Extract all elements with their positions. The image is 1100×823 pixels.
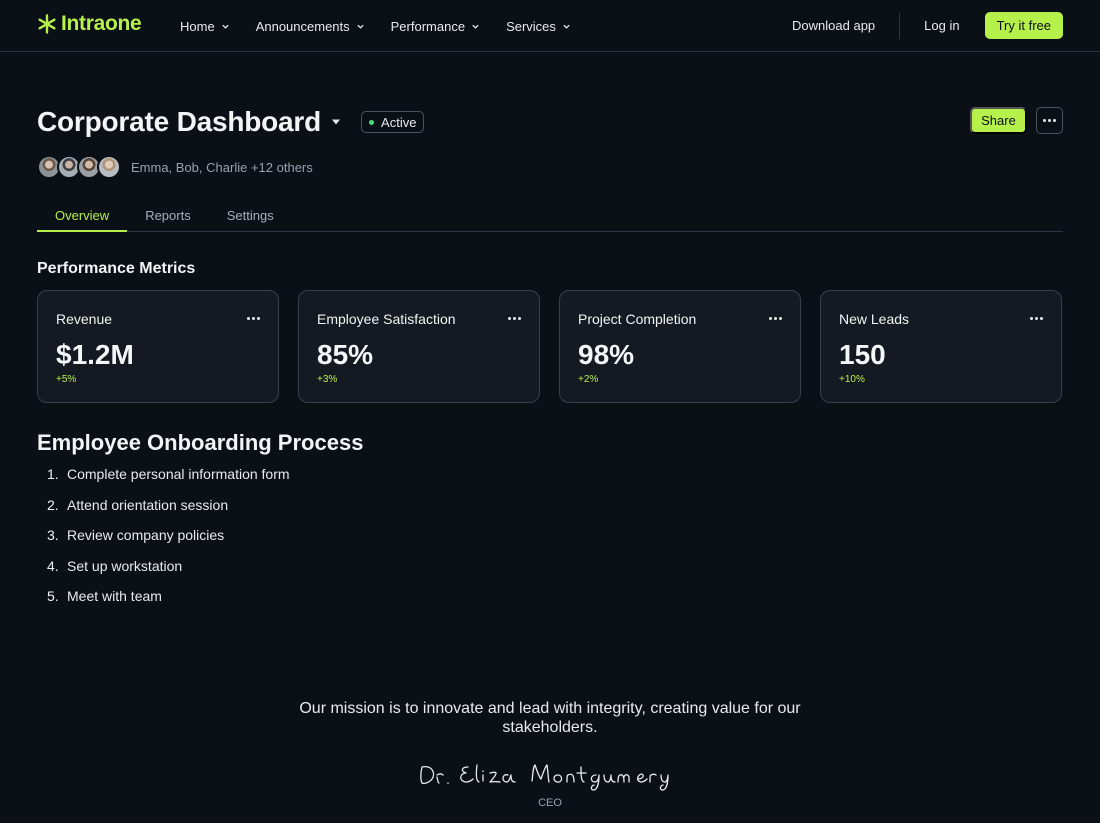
metrics-title: Performance Metrics — [37, 260, 196, 277]
metric-card-project-completion: Project Completion 98% +2% — [559, 290, 801, 403]
tab-reports[interactable]: Reports — [127, 200, 209, 232]
members-row: Emma, Bob, Charlie +12 others — [37, 155, 313, 179]
chevron-down-icon — [222, 24, 229, 29]
more-horizontal-icon[interactable] — [769, 317, 782, 320]
caret-down-icon[interactable] — [331, 119, 341, 125]
ceo-signature — [420, 764, 669, 791]
nav-announcements[interactable]: Announcements — [256, 19, 365, 34]
avatar-group[interactable] — [37, 155, 121, 179]
more-options-button[interactable] — [1036, 107, 1063, 134]
mission-statement: Our mission is to innovate and lead with… — [299, 700, 801, 736]
step-text: Complete personal information form — [67, 466, 290, 482]
step-text: Attend orientation session — [67, 496, 229, 513]
more-horizontal-icon — [1043, 119, 1056, 122]
step-text: Review company policies — [67, 527, 225, 543]
avatar — [97, 155, 121, 179]
chevron-down-icon — [356, 24, 364, 29]
nav-home[interactable]: Home — [180, 19, 230, 34]
nav-services-label: Services — [506, 18, 556, 34]
status-dot-icon — [369, 119, 375, 125]
asterisk-icon — [38, 14, 56, 34]
metric-value: 150 — [839, 339, 886, 370]
members-names: Emma, Bob, Charlie +12 others — [131, 160, 313, 175]
nav-services[interactable]: Services — [506, 19, 571, 34]
step-number: 3. — [47, 527, 59, 543]
metrics-cards: Revenue $1.2M +5% Employee Satisfaction … — [37, 290, 1062, 403]
step-number: 4. — [47, 557, 59, 574]
metric-card-revenue: Revenue $1.2M +5% — [37, 290, 279, 403]
list-item: 5. Meet with team — [47, 588, 290, 619]
more-horizontal-icon[interactable] — [247, 317, 260, 320]
nav-divider — [899, 12, 901, 39]
step-number: 5. — [47, 588, 59, 604]
nav-actions: Download app Log in Try it free — [792, 12, 1063, 39]
list-item: 2. Attend orientation session — [47, 497, 290, 528]
nav-links: Home Announcements Performance Services — [180, 0, 597, 52]
nav-home-label: Home — [180, 18, 215, 34]
status-badge: Active — [361, 111, 425, 133]
brand-name: Intraone — [61, 12, 142, 35]
members-list: Emma, Bob, Charlie — [131, 159, 248, 175]
chevron-down-icon — [563, 24, 570, 29]
nav-performance-label: Performance — [390, 18, 466, 34]
metric-value: $1.2M — [56, 339, 134, 370]
nav-performance[interactable]: Performance — [391, 19, 480, 34]
metric-delta: +10% — [839, 374, 865, 385]
metric-value: 85% — [317, 339, 374, 370]
tab-settings[interactable]: Settings — [209, 200, 292, 232]
onboarding-steps: 1. Complete personal information form 2.… — [47, 466, 290, 619]
members-more[interactable]: +12 others — [251, 160, 313, 175]
nav-announcements-label: Announcements — [255, 18, 350, 34]
metric-delta: +2% — [578, 374, 599, 385]
page-title: Corporate Dashboard — [37, 106, 322, 137]
share-button[interactable]: Share — [970, 107, 1027, 134]
chevron-down-icon — [472, 24, 479, 29]
step-text: Meet with team — [67, 588, 162, 604]
list-item: 3. Review company policies — [47, 527, 290, 558]
metric-label: Project Completion — [578, 311, 697, 327]
step-number: 2. — [47, 496, 59, 513]
ceo-role: CEO — [538, 797, 562, 809]
metric-delta: +5% — [56, 374, 77, 385]
onboarding-title: Employee Onboarding Process — [37, 430, 364, 455]
tab-bar: Overview Reports Settings — [37, 200, 1063, 232]
download-app-link[interactable]: Download app — [792, 18, 875, 33]
metric-label: New Leads — [839, 311, 910, 327]
login-link[interactable]: Log in — [924, 18, 959, 33]
list-item: 4. Set up workstation — [47, 558, 290, 589]
try-free-button[interactable]: Try it free — [984, 12, 1063, 39]
metric-value: 98% — [578, 339, 635, 370]
page-header: Corporate Dashboard Active — [37, 106, 425, 138]
metric-card-satisfaction: Employee Satisfaction 85% +3% — [298, 290, 540, 403]
metric-label: Employee Satisfaction — [317, 311, 456, 327]
metric-label: Revenue — [56, 311, 113, 327]
metric-delta: +3% — [317, 374, 338, 385]
metric-card-new-leads: New Leads 150 +10% — [820, 290, 1062, 403]
step-number: 1. — [47, 466, 59, 482]
tab-overview[interactable]: Overview — [37, 200, 128, 232]
top-nav: Intraone Home Announcements Performance … — [0, 0, 1100, 52]
brand-logo[interactable]: Intraone — [37, 12, 142, 36]
status-label: Active — [381, 114, 417, 130]
step-text: Set up workstation — [67, 557, 183, 574]
list-item: 1. Complete personal information form — [47, 466, 290, 497]
more-horizontal-icon[interactable] — [1030, 317, 1043, 320]
more-horizontal-icon[interactable] — [508, 317, 521, 320]
